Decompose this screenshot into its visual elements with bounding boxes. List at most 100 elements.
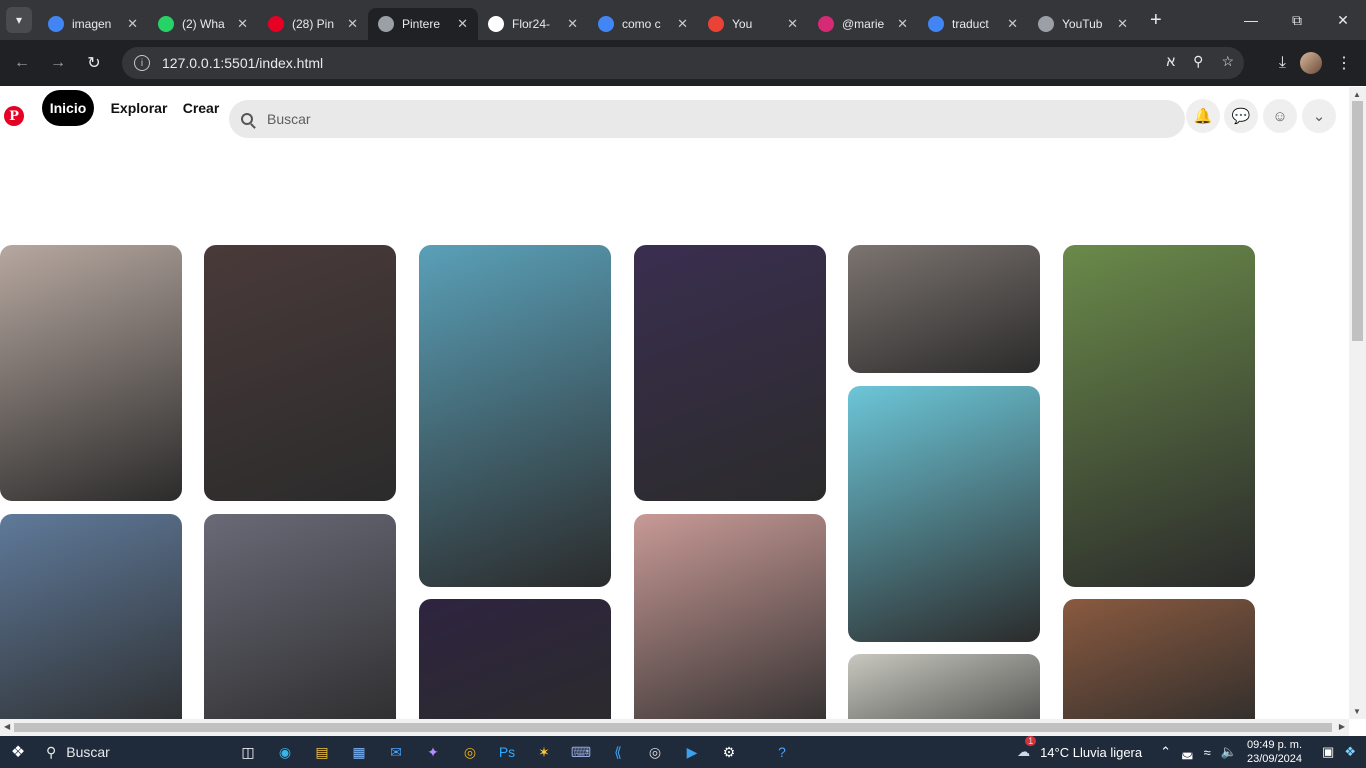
vertical-scrollbar[interactable]: ▲ ▼ [1349, 87, 1366, 719]
browser-tab[interactable]: Flor24- ✕ [478, 8, 588, 40]
windows-start-icon[interactable]: ❖ [0, 742, 36, 762]
pin-image[interactable] [204, 245, 396, 501]
app-icon[interactable]: ✦ [421, 741, 445, 763]
pin-image[interactable] [0, 514, 182, 719]
tab-close-icon[interactable]: ✕ [237, 16, 248, 32]
scroll-right-arrow-icon[interactable]: ▶ [1339, 722, 1345, 731]
nav-explore[interactable]: Explorar [108, 90, 170, 126]
taskbar-apps: ◫ ◉ ▤ ▦ ✉ ✦ ◎ Ps ✶ ⌨ ⟪ ◎ ▶ ⚙ ? [236, 741, 794, 763]
address-bar[interactable]: i 127.0.0.1:5501/index.html א ⚲ ☆ [122, 47, 1244, 79]
browser-menu-icon[interactable]: ⋮ [1336, 53, 1352, 73]
site-info-icon[interactable]: i [134, 55, 150, 71]
store-icon[interactable]: ▦ [347, 741, 371, 763]
pin-image[interactable] [1063, 599, 1255, 719]
edge-icon[interactable]: ◉ [273, 741, 297, 763]
browser-tab[interactable]: You ✕ [698, 8, 808, 40]
pin-image[interactable] [204, 514, 396, 719]
reload-button[interactable]: ↻ [76, 53, 112, 73]
forward-button[interactable]: → [40, 54, 76, 72]
search-icon [241, 113, 253, 125]
weather-text[interactable]: 14°C Lluvia ligera [1040, 745, 1142, 760]
terminal-icon[interactable]: ⌨ [569, 741, 593, 763]
minimize-button[interactable]: — [1228, 0, 1274, 40]
scroll-up-arrow-icon[interactable]: ▲ [1353, 90, 1361, 99]
tray-chevron-icon[interactable]: ⌃ [1160, 744, 1171, 760]
tab-close-icon[interactable]: ✕ [677, 16, 688, 32]
notifications-bell-icon[interactable]: 🔔 [1186, 99, 1220, 133]
tab-close-icon[interactable]: ✕ [787, 16, 798, 32]
tab-close-icon[interactable]: ✕ [1007, 16, 1018, 32]
account-icon[interactable]: ☺ [1263, 99, 1297, 133]
copilot-icon[interactable]: ❖ [1344, 744, 1356, 760]
browser-tab[interactable]: como c ✕ [588, 8, 698, 40]
pin-image[interactable] [419, 599, 611, 719]
scroll-left-arrow-icon[interactable]: ◀ [4, 722, 10, 731]
nav-create[interactable]: Crear [180, 90, 222, 126]
clock-time: 09:49 p. m. [1246, 739, 1303, 751]
media-player-icon[interactable]: ▶ [680, 741, 704, 763]
notifications-icon[interactable]: ▣ [1322, 744, 1334, 760]
pin-image[interactable] [634, 514, 826, 719]
url-text: 127.0.0.1:5501/index.html [162, 55, 324, 71]
tab-close-icon[interactable]: ✕ [457, 16, 468, 32]
volume-icon[interactable]: 🔈 [1221, 744, 1237, 760]
tab-close-icon[interactable]: ✕ [897, 16, 908, 32]
wifi-icon[interactable]: ≈ [1204, 745, 1211, 760]
mail-icon[interactable]: ✉ [384, 741, 408, 763]
search-input[interactable]: Buscar [229, 100, 1185, 138]
translate-icon[interactable]: א [1166, 53, 1175, 70]
back-button[interactable]: ← [4, 54, 40, 72]
zoom-icon[interactable]: ⚲ [1193, 53, 1203, 70]
chrome-icon[interactable]: ◎ [458, 741, 482, 763]
vertical-scroll-thumb[interactable] [1352, 101, 1363, 341]
app-icon[interactable]: ✶ [532, 741, 556, 763]
file-explorer-icon[interactable]: ▤ [310, 741, 334, 763]
horizontal-scrollbar[interactable]: ◀ ▶ [0, 719, 1349, 736]
tab-close-icon[interactable]: ✕ [347, 16, 358, 32]
browser-tab[interactable]: (2) Wha ✕ [148, 8, 258, 40]
pinterest-logo-icon[interactable]: P [4, 106, 24, 126]
horizontal-scroll-thumb[interactable] [14, 723, 1332, 732]
tab-close-icon[interactable]: ✕ [127, 16, 138, 32]
restore-button[interactable]: ⧉ [1274, 0, 1320, 40]
profile-avatar[interactable] [1300, 52, 1322, 74]
account-menu-chevron-icon[interactable]: ⌄ [1302, 99, 1336, 133]
close-window-button[interactable]: ✕ [1320, 0, 1366, 40]
pin-image[interactable] [848, 654, 1040, 719]
tab-search-chevron-icon[interactable]: ▾ [6, 7, 32, 33]
tab-close-icon[interactable]: ✕ [567, 16, 578, 32]
download-icon[interactable]: ⤓ [1279, 54, 1286, 72]
pin-image[interactable] [419, 245, 611, 587]
bookmark-star-icon[interactable]: ☆ [1221, 53, 1234, 70]
browser-tab[interactable]: Pintere ✕ [368, 8, 478, 40]
scroll-down-arrow-icon[interactable]: ▼ [1353, 707, 1361, 716]
browser-tab[interactable]: imagen ✕ [38, 8, 148, 40]
vscode-icon[interactable]: ⟪ [606, 741, 630, 763]
browser-tab[interactable]: YouTub ✕ [1028, 8, 1138, 40]
taskbar-search[interactable]: ⚲ Buscar [36, 736, 222, 768]
network-icon[interactable]: ◛ [1181, 744, 1194, 760]
clock[interactable]: 09:49 p. m. 23/09/2024 [1247, 738, 1302, 766]
browser-tab[interactable]: traduct ✕ [918, 8, 1028, 40]
new-tab-button[interactable]: + [1150, 9, 1162, 32]
google-icon [48, 16, 64, 32]
browser-tab[interactable]: (28) Pin ✕ [258, 8, 368, 40]
chrome-active-icon[interactable]: ◎ [643, 741, 667, 763]
gmail-icon [708, 16, 724, 32]
window-controls: — ⧉ ✕ [1228, 0, 1366, 40]
pin-image[interactable] [0, 245, 182, 501]
tab-close-icon[interactable]: ✕ [1117, 16, 1128, 32]
pin-image[interactable] [848, 245, 1040, 373]
pin-image[interactable] [1063, 245, 1255, 587]
tab-title: YouTub [1062, 17, 1103, 31]
weather-cloud-icon[interactable]: ☁ 1 [1017, 736, 1037, 760]
pin-image[interactable] [848, 386, 1040, 642]
photoshop-icon[interactable]: Ps [495, 741, 519, 763]
help-icon[interactable]: ? [770, 741, 794, 763]
browser-tab[interactable]: @marie ✕ [808, 8, 918, 40]
settings-gear-icon[interactable]: ⚙ [717, 741, 741, 763]
nav-home[interactable]: Inicio [42, 90, 94, 126]
messages-icon[interactable]: 💬 [1224, 99, 1258, 133]
task-view-icon[interactable]: ◫ [236, 741, 260, 763]
pin-image[interactable] [634, 245, 826, 501]
